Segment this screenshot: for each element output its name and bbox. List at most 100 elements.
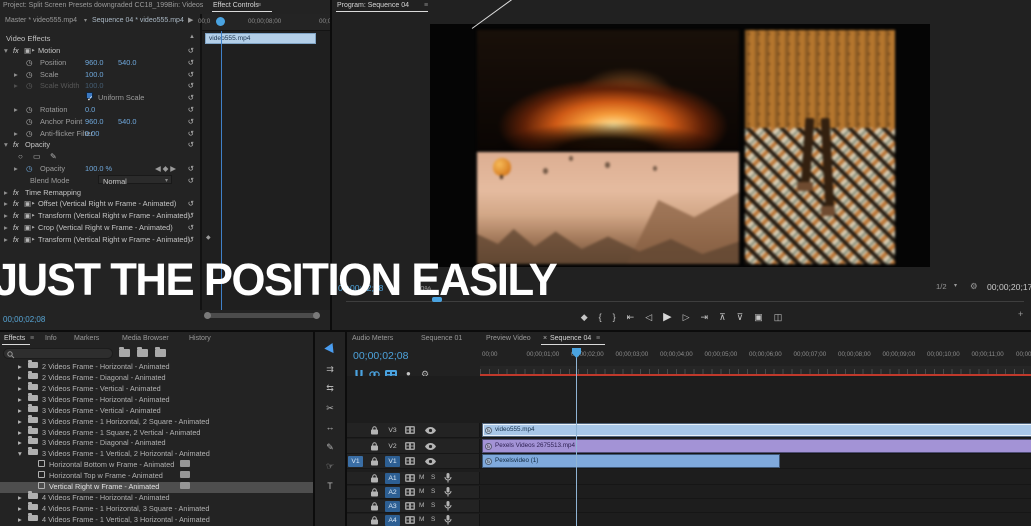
effects-bin-3-videos-frame-1-vertical-2-horizontal-a[interactable]: ▾ 3 Videos Frame - 1 Vertical, 2 Horizont… bbox=[0, 447, 313, 460]
track-name-a2[interactable]: A2 bbox=[385, 487, 400, 498]
slip[interactable]: ↔ bbox=[315, 420, 345, 436]
track-name-a4[interactable]: A4 bbox=[385, 515, 400, 526]
type[interactable]: T bbox=[315, 479, 345, 495]
sequence-clip-label[interactable]: Sequence 04 * video555.mp4 bbox=[92, 17, 184, 24]
go-to-in-button[interactable]: ⇤ bbox=[627, 308, 635, 326]
property-value[interactable]: 960.0 bbox=[85, 116, 104, 128]
reset-effect-icon[interactable]: ↺ bbox=[188, 198, 194, 210]
ellipse-mask-icon[interactable]: ○ bbox=[18, 151, 23, 163]
property-value[interactable]: 540.0 bbox=[118, 57, 137, 69]
expander-icon[interactable]: ▸ bbox=[4, 222, 8, 234]
tab-markers[interactable]: Markers bbox=[74, 335, 99, 342]
expander-icon[interactable]: ▸ bbox=[14, 163, 18, 175]
sync-lock-icon[interactable] bbox=[405, 442, 415, 450]
button-editor-plus[interactable]: + bbox=[1018, 309, 1023, 319]
tab-history[interactable]: History bbox=[189, 335, 211, 342]
eye-icon[interactable] bbox=[425, 458, 436, 465]
playback-resolution-select[interactable]: 1/2 bbox=[936, 282, 947, 291]
mute-track-button[interactable]: M bbox=[419, 474, 424, 481]
hand[interactable]: ☞ bbox=[315, 459, 345, 475]
step-forward-button[interactable]: ▷ bbox=[683, 308, 690, 326]
keyframe-nav-icons[interactable]: ◀◆▶ bbox=[155, 163, 178, 175]
property-value[interactable]: 100.0 bbox=[85, 80, 104, 92]
reset-effect-icon[interactable]: ↺ bbox=[188, 139, 194, 151]
track-name-a3[interactable]: A3 bbox=[385, 501, 400, 512]
microphone-icon[interactable] bbox=[444, 501, 452, 511]
expander-icon[interactable]: ▸ bbox=[18, 428, 22, 439]
effects-bin-3-videos-frame-horizontal-animated[interactable]: ▸ 3 Videos Frame - Horizontal - Animated bbox=[0, 392, 313, 406]
expander-icon[interactable]: ▾ bbox=[4, 139, 8, 151]
property-value[interactable]: 100.0 % bbox=[85, 163, 112, 175]
solo-track-button[interactable]: S bbox=[431, 502, 435, 509]
tab-preview-video[interactable]: Preview Video bbox=[486, 335, 531, 342]
master-clip-label[interactable]: Master * video555.mp4 bbox=[5, 17, 77, 24]
new-bin-icon[interactable] bbox=[155, 347, 166, 357]
solo-track-button[interactable]: S bbox=[431, 474, 435, 481]
lock-icon[interactable] bbox=[371, 442, 379, 451]
sync-lock-icon[interactable] bbox=[405, 457, 415, 465]
property-value[interactable]: 0.0 bbox=[85, 104, 95, 116]
reset-effect-icon[interactable]: ↺ bbox=[188, 210, 194, 222]
reset-property-icon[interactable]: ↺ bbox=[188, 116, 194, 128]
reset-effect-icon[interactable]: ↺ bbox=[188, 222, 194, 234]
export-frame-button[interactable]: ▣ bbox=[754, 308, 763, 326]
expander-icon[interactable]: ▸ bbox=[18, 362, 22, 373]
reset-property-icon[interactable]: ↺ bbox=[188, 175, 194, 187]
lift-button[interactable]: ⊼ bbox=[719, 308, 726, 326]
effects-preset-vertical-right-w-frame-animated[interactable]: Vertical Right w Frame - Animated bbox=[0, 482, 313, 494]
expander-icon[interactable]: ▸ bbox=[14, 80, 18, 92]
microphone-icon[interactable] bbox=[444, 487, 452, 497]
expander-icon[interactable]: ▾ bbox=[18, 449, 22, 460]
effects-preset-horizontal-top-w-frame-animated[interactable]: Horizontal Top w Frame - Animated bbox=[0, 471, 313, 482]
new-custom-bin-icon[interactable] bbox=[119, 347, 130, 357]
microphone-icon[interactable] bbox=[444, 473, 452, 483]
show-timeline-view-button[interactable]: ▶ bbox=[188, 16, 193, 24]
zoom-scrollbar-handle-left[interactable] bbox=[204, 312, 211, 319]
effects-bin-2-videos-frame-diagonal-animated[interactable]: ▸ 2 Videos Frame - Diagonal - Animated bbox=[0, 370, 313, 384]
stopwatch-icon[interactable]: ◷ bbox=[26, 80, 32, 92]
property-value[interactable]: 100.0 bbox=[85, 69, 104, 81]
pen-mask-icon[interactable]: ✎ bbox=[50, 151, 57, 163]
ripple-edit[interactable]: ⇆ bbox=[315, 381, 345, 397]
expander-icon[interactable]: ▸ bbox=[18, 504, 22, 515]
reset-property-icon[interactable]: ↺ bbox=[188, 92, 194, 104]
effects-preset-horizontal-bottom-w-frame-animated[interactable]: Horizontal Bottom w Frame - Animated bbox=[0, 460, 313, 471]
sync-lock-icon[interactable] bbox=[405, 516, 415, 524]
expander-icon[interactable]: ▾ bbox=[4, 45, 8, 57]
track-select-forward[interactable]: ⇉ bbox=[315, 362, 345, 378]
eye-icon[interactable] bbox=[425, 427, 436, 434]
track-name-v2[interactable]: V2 bbox=[385, 441, 400, 452]
panel-menu-icon[interactable]: ≡ bbox=[30, 335, 34, 342]
reset-property-icon[interactable]: ↺ bbox=[188, 80, 194, 92]
microphone-icon[interactable] bbox=[444, 515, 452, 525]
zoom-scrollbar-handle-right[interactable] bbox=[313, 312, 320, 319]
property-value[interactable]: 960.0 bbox=[85, 57, 104, 69]
add-marker-button[interactable]: ◆ bbox=[581, 308, 588, 326]
timeline-timecode[interactable]: 00;00;02;08 bbox=[353, 350, 408, 362]
reset-property-icon[interactable]: ↺ bbox=[188, 128, 194, 140]
lock-icon[interactable] bbox=[371, 488, 379, 497]
keyframe-marker[interactable]: ◆ bbox=[206, 234, 211, 241]
effects-bin-2-videos-frame-vertical-animated[interactable]: ▸ 2 Videos Frame - Vertical - Animated bbox=[0, 381, 313, 395]
expander-icon[interactable]: ▸ bbox=[4, 210, 8, 222]
mark-out-button[interactable]: } bbox=[613, 308, 616, 326]
reset-property-icon[interactable]: ↺ bbox=[188, 163, 194, 175]
tab-media-browser[interactable]: Media Browser bbox=[122, 335, 169, 342]
effects-search-input[interactable] bbox=[3, 348, 113, 359]
tab-info[interactable]: Info bbox=[45, 335, 57, 342]
solo-track-button[interactable]: S bbox=[431, 516, 435, 523]
expander-icon[interactable]: ▸ bbox=[4, 198, 8, 210]
expander-icon[interactable]: ▸ bbox=[18, 515, 22, 526]
lock-icon[interactable] bbox=[371, 502, 379, 511]
panel-menu-icon[interactable]: ≡ bbox=[596, 335, 600, 342]
eye-icon[interactable] bbox=[425, 443, 436, 450]
go-to-out-button[interactable]: ⇥ bbox=[701, 308, 709, 326]
expander-icon[interactable]: ▸ bbox=[4, 234, 8, 246]
expander-icon[interactable]: ▸ bbox=[14, 128, 18, 140]
close-tab-icon[interactable]: × bbox=[543, 335, 547, 342]
stopwatch-icon[interactable]: ◷ bbox=[26, 163, 32, 175]
lock-icon[interactable] bbox=[371, 474, 379, 483]
tab-program[interactable]: Program: Sequence 04 bbox=[337, 2, 409, 9]
mute-track-button[interactable]: M bbox=[419, 516, 424, 523]
zoom-scrollbar[interactable] bbox=[205, 313, 317, 318]
